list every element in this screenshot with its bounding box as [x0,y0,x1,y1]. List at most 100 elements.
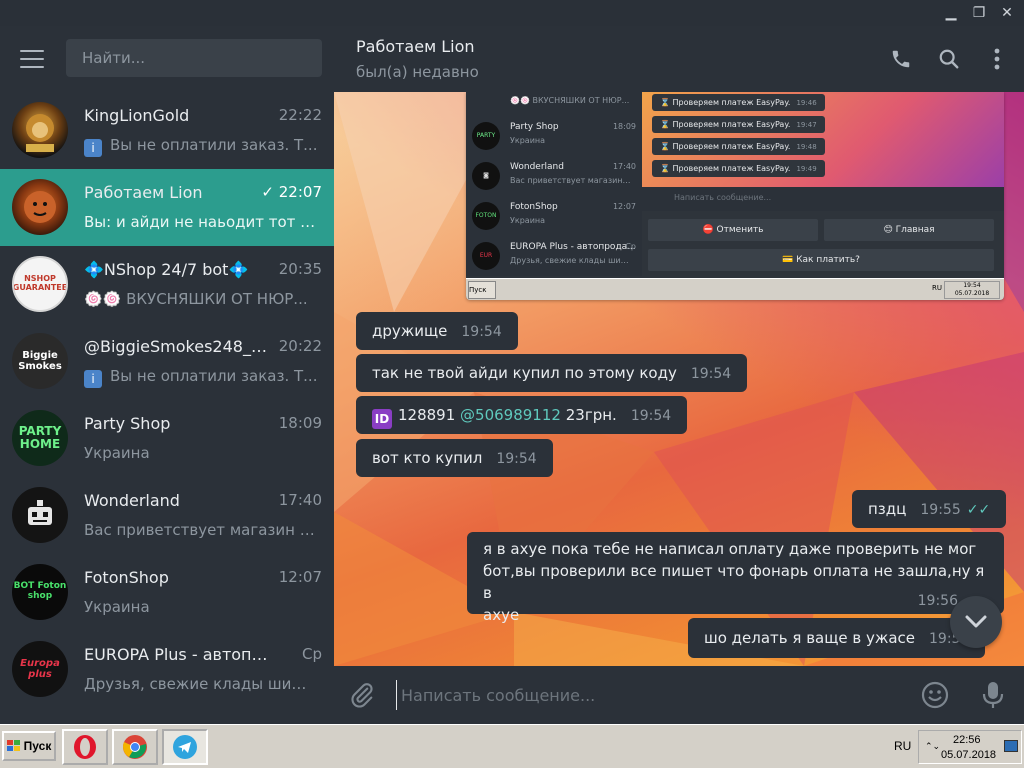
search-input[interactable] [66,39,322,77]
chat-preview: Вас приветствует магазин - ... [84,521,320,539]
screenshot-input: Написать сообщение... [642,187,1004,211]
monitor-icon [1004,740,1018,752]
chat-item-rabotaem-lion[interactable]: Работаем Lion ✓ 22:07 Вы: и айди не наьо… [0,169,334,246]
close-icon[interactable]: ✕ [996,2,1018,24]
message-incoming: ID 128891 @506989112 23грн. 19:54 [356,396,688,434]
chat-list: KingLionGold 22:22 i Вы не оплатили заказ… [0,92,334,708]
avatar [12,102,68,158]
language-indicator[interactable]: RU [894,739,911,753]
list-item: 🍥🍥 ВКУСНЯШКИ ОТ НЮР... [510,96,630,105]
avatar [12,179,68,235]
chat-time: 18:09 [278,414,322,432]
search-icon[interactable] [936,46,962,72]
chat-name: Работаем Lion [84,183,203,202]
message-composer [334,666,1024,724]
chat-sidebar: KingLionGold 22:22 iВы не оплатили заказ… [0,26,334,724]
chat-name: Wonderland [84,491,180,510]
chat-name: 💠NShop 24/7 bot💠 [84,260,249,279]
avatar: PARTY HOME [12,410,68,466]
chat-item-nshop[interactable]: NSHOP GUARANTEE 💠NShop 24/7 bot💠 20:35 🍥… [0,246,334,323]
menu-icon[interactable] [20,50,44,68]
taskbar-opera[interactable] [62,729,108,765]
window-titlebar: ▁ ❐ ✕ [0,0,1024,26]
info-icon: i [84,139,102,157]
message-input[interactable] [396,680,925,710]
chat-name: EUROPA Plus - автопрода... [84,645,274,664]
chat-name: KingLionGold [84,106,190,125]
avatar: Europa plus [12,641,68,697]
maximize-icon[interactable]: ❐ [968,2,990,24]
screenshot-main-button: 😊 Главная [824,219,994,241]
os-taskbar: Пуск RU ⌃⌄ 22:56 05.07.2018 [0,724,1024,768]
chat-item-biggiesmokes[interactable]: Biggie Smokes @BiggieSmokes248_bot 20:22… [0,323,334,400]
chat-item-party-shop[interactable]: PARTY HOME Party Shop 18:09 Украина [0,400,334,477]
sidebar-header [0,26,334,92]
microphone-icon[interactable] [980,680,1006,710]
taskbar-telegram[interactable] [162,729,208,765]
chat-time: ✓ 22:07 [261,183,322,201]
double-check-icon: ✓✓ [966,502,991,518]
message-outgoing: я в ахуе пока тебе не написал оплату даж… [467,532,1004,624]
screenshot-pay-button: 💳 Как платить? [648,249,994,271]
phone-icon[interactable] [888,46,914,72]
user-mention-link[interactable]: @506989112 [460,406,561,424]
avatar: NSHOP GUARANTEE [12,256,68,312]
minimize-icon[interactable]: ▁ [940,2,962,24]
attach-icon[interactable] [348,681,376,709]
more-vertical-icon[interactable] [984,46,1010,72]
chat-item-wonderland[interactable]: Wonderland 17:40 Вас приветствует магази… [0,477,334,554]
windows-logo-icon [6,740,20,751]
chat-time: 12:07 [278,568,322,586]
message-outgoing: пздц 19:55 ✓✓ [852,490,1007,528]
chat-name: Party Shop [84,414,171,433]
chat-preview: Вы: и айди не наьодит тот чт... [84,213,320,231]
message-incoming: так не твой айди купил по этому коду 19:5… [356,354,748,392]
chevron-down-icon [965,615,987,628]
chat-time: 17:40 [278,491,322,509]
opera-icon [74,735,96,759]
chat-time: Ср [302,645,322,663]
chat-item-kinglion[interactable]: KingLionGold 22:22 i Вы не оплатили заказ… [0,92,334,169]
message-incoming: вот кто купил 19:54 [356,439,553,477]
chat-item-europa-plus[interactable]: Europa plus EUROPA Plus - автопрода... С… [0,631,334,708]
chat-title[interactable]: Работаем Lion [356,37,475,56]
chat-time: 20:22 [278,337,322,355]
chat-time: 22:22 [278,106,322,124]
start-button[interactable]: Пуск [2,731,56,761]
messages-area[interactable]: 🍥🍥 ВКУСНЯШКИ ОТ НЮР... PARTY Party Shop … [334,92,1024,666]
chat-preview: Украина [84,598,150,616]
taskbar-chrome[interactable] [112,729,158,765]
list-item: FOTON FotonShop Украина 12:07 [466,196,642,236]
chat-name: FotonShop [84,568,169,587]
screenshot-chat-list: 🍥🍥 ВКУСНЯШКИ ОТ НЮР... PARTY Party Shop … [466,92,642,276]
chat-status: был(а) недавно [356,63,479,81]
scroll-down-button[interactable] [950,596,1002,648]
chat-preview: 🍥🍥 ВКУСНЯШКИ ОТ НЮР... [84,290,308,308]
chrome-icon [123,735,147,759]
id-icon: ID [372,409,392,429]
telegram-icon [173,735,197,759]
chat-name: @BiggieSmokes248_bot [84,337,274,356]
robot-icon [12,487,68,543]
list-item: EUR EUROPA Plus - автопрода... Друзья, с… [466,236,642,276]
screenshot-chat: ⌛ Проверяем платеж EasyPay. 19:46 ⌛ Прове… [642,92,1004,187]
list-item: PARTY Party Shop Украина 18:09 [466,116,642,156]
screenshot-taskbar: Пуск RU 19:54 05.07.2018 [466,278,1004,300]
screenshot-cancel-button: ⛔ Отменить [648,219,818,241]
chat-time: 20:35 [278,260,322,278]
avatar: BOT Foton shop [12,564,68,620]
chat-preview: i Вы не оплатили заказ. Т... [84,136,320,157]
info-icon: i [84,370,102,388]
chat-preview: Друзья, свежие клады шише... [84,675,320,693]
list-item: ◙ Wonderland Вас приветствует магазин - … [466,156,642,196]
chat-preview: Украина [84,444,150,462]
emoji-icon[interactable] [920,680,950,710]
chat-header: Работаем Lion был(а) недавно [334,26,1024,92]
tray-arrows-icon[interactable]: ⌃⌄ [925,741,940,752]
avatar: Biggie Smokes [12,333,68,389]
chat-item-fotonshop[interactable]: BOT Foton shop FotonShop 12:07 Украина [0,554,334,631]
message-outgoing: шо делать я ваще в ужасе 19:57 [688,618,986,658]
message-incoming: дружище 19:54 [356,312,518,350]
screenshot-image[interactable]: 🍥🍥 ВКУСНЯШКИ ОТ НЮР... PARTY Party Shop … [466,92,1004,300]
system-tray-clock[interactable]: ⌃⌄ 22:56 05.07.2018 [918,730,1022,764]
